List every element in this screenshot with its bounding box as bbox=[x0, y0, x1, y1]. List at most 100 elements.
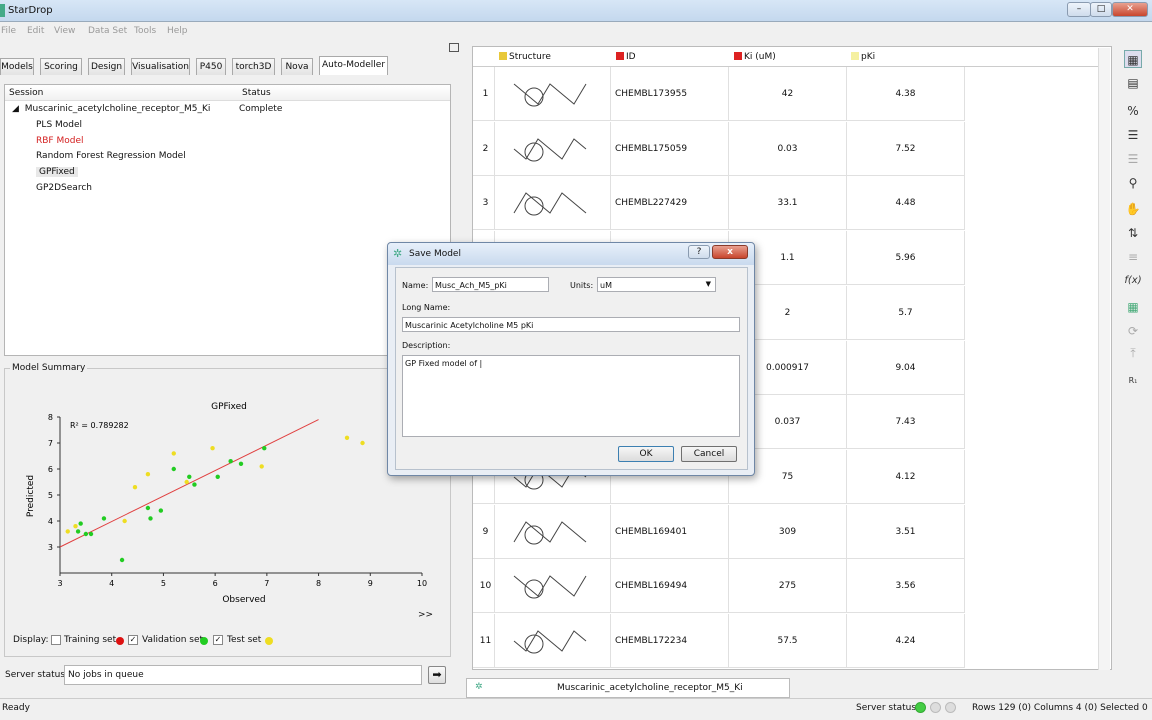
y-tick-label: 6 bbox=[48, 465, 53, 474]
table-row[interactable]: 10 CHEMBL169494 275 3.56 bbox=[473, 559, 965, 614]
header-ki[interactable]: Ki (uM) bbox=[734, 52, 776, 62]
structure-cell bbox=[495, 614, 611, 668]
pki-cell: 3.56 bbox=[847, 559, 965, 614]
validation-point bbox=[148, 516, 153, 521]
header-structure[interactable]: Structure bbox=[499, 52, 551, 62]
model-item-gp2dsearch[interactable]: GP2DSearch bbox=[36, 183, 92, 193]
session-column-header[interactable]: Session bbox=[9, 88, 43, 98]
session-header: Session Status bbox=[5, 85, 450, 101]
table-row[interactable]: 1 CHEMBL173955 42 4.38 bbox=[473, 67, 965, 121]
y-tick-label: 4 bbox=[48, 517, 53, 526]
table-row[interactable]: 3 CHEMBL227429 33.1 4.48 bbox=[473, 176, 965, 231]
training-set-checkbox[interactable] bbox=[51, 635, 61, 645]
menu-edit[interactable]: Edit bbox=[27, 26, 44, 36]
help-button[interactable]: ? bbox=[688, 245, 710, 259]
table-row[interactable]: 2 CHEMBL175059 0.03 7.52 bbox=[473, 121, 965, 176]
tab-auto-modeller[interactable]: Auto-Modeller bbox=[319, 56, 388, 75]
refresh-icon[interactable]: ⟳ bbox=[1124, 322, 1142, 340]
tab-nova[interactable]: Nova bbox=[281, 58, 313, 75]
long-name-input[interactable]: Muscarinic Acetylcholine M5 pKi bbox=[402, 317, 740, 332]
vertical-scrollbar[interactable] bbox=[1098, 48, 1110, 670]
header-id[interactable]: ID bbox=[616, 52, 636, 62]
filter-icon[interactable]: ≡ bbox=[1124, 248, 1142, 266]
test-point bbox=[73, 524, 78, 529]
test-set-checkbox[interactable]: ✓ bbox=[213, 635, 223, 645]
tab-torch3d[interactable]: torch3D bbox=[232, 58, 275, 75]
minimize-button[interactable]: – bbox=[1067, 2, 1091, 17]
menu-help[interactable]: Help bbox=[167, 26, 188, 36]
menu-tools[interactable]: Tools bbox=[134, 26, 156, 36]
grid-header: Structure ID Ki (uM) pKi bbox=[473, 47, 1103, 67]
status-ready: Ready bbox=[2, 703, 30, 713]
app-icon bbox=[0, 4, 5, 17]
menu-data-set[interactable]: Data Set bbox=[88, 26, 127, 36]
row-number: 1 bbox=[473, 67, 495, 121]
molecule-structure-icon bbox=[513, 630, 587, 654]
r-group-icon[interactable]: R₁ bbox=[1124, 372, 1142, 390]
table-view-icon[interactable]: ▦ bbox=[1124, 50, 1142, 68]
ki-cell: 0.03 bbox=[729, 121, 847, 176]
expand-icon[interactable]: ◢ bbox=[12, 104, 19, 114]
header-pki[interactable]: pKi bbox=[851, 52, 875, 62]
server-status-field: No jobs in queue bbox=[64, 665, 422, 685]
rows-icon[interactable]: ☰ bbox=[1124, 150, 1142, 168]
restore-pane-icon[interactable] bbox=[449, 43, 459, 52]
close-button[interactable]: ✕ bbox=[1112, 2, 1148, 17]
cancel-button[interactable]: Cancel bbox=[681, 446, 737, 462]
validation-set-label: Validation set bbox=[142, 635, 204, 645]
grid-icon[interactable]: ▦ bbox=[1124, 298, 1142, 316]
document-tab[interactable]: ✲ Muscarinic_acetylcholine_receptor_M5_K… bbox=[466, 678, 790, 698]
y-tick-label: 3 bbox=[48, 543, 53, 552]
session-tree-row[interactable]: ◢ Muscarinic_acetylcholine_receptor_M5_K… bbox=[12, 104, 210, 114]
model-summary-label: Model Summary bbox=[10, 363, 88, 373]
more-button[interactable]: >> bbox=[418, 610, 433, 620]
sort-icon[interactable]: ⇅ bbox=[1124, 224, 1142, 242]
model-item-pls[interactable]: PLS Model bbox=[36, 120, 82, 130]
percent-icon[interactable]: % bbox=[1124, 102, 1142, 120]
hand-icon[interactable]: ✋ bbox=[1124, 200, 1142, 218]
tab-scoring[interactable]: Scoring bbox=[40, 58, 82, 75]
status-column-header[interactable]: Status bbox=[242, 88, 271, 98]
ok-button[interactable]: OK bbox=[618, 446, 674, 462]
maximize-button[interactable]: □ bbox=[1090, 2, 1112, 17]
fit-line bbox=[59, 419, 319, 548]
validation-point bbox=[158, 508, 164, 513]
model-item-random-forest[interactable]: Random Forest Regression Model bbox=[36, 151, 186, 161]
submit-arrow-icon[interactable]: ➡ bbox=[428, 666, 446, 684]
ki-cell: 33.1 bbox=[729, 176, 847, 231]
model-item-rbf[interactable]: RBF Model bbox=[36, 136, 84, 146]
description-textarea[interactable]: GP Fixed model of | bbox=[402, 355, 740, 437]
test-point bbox=[171, 451, 176, 456]
id-cell: CHEMBL173955 bbox=[611, 67, 729, 121]
menu-view[interactable]: View bbox=[54, 26, 75, 36]
zoom-icon[interactable]: ⚲ bbox=[1124, 174, 1142, 192]
description-label: Description: bbox=[402, 341, 451, 350]
units-select[interactable]: uM ▼ bbox=[597, 277, 716, 292]
ki-cell: 57.5 bbox=[729, 614, 847, 668]
menu-file[interactable]: File bbox=[1, 26, 16, 36]
validation-point bbox=[101, 516, 107, 521]
table-row[interactable]: 9 CHEMBL169401 309 3.51 bbox=[473, 504, 965, 559]
function-icon[interactable]: f(x) bbox=[1124, 272, 1142, 290]
row-number: 2 bbox=[473, 121, 495, 176]
tab-p450[interactable]: P450 bbox=[196, 58, 226, 75]
display-label: Display: bbox=[13, 635, 49, 645]
tab-visualisation[interactable]: Visualisation bbox=[131, 58, 190, 75]
tab-design[interactable]: Design bbox=[88, 58, 125, 75]
validation-point bbox=[215, 474, 220, 479]
tree-icon[interactable]: ⤒ bbox=[1124, 344, 1142, 362]
validation-point bbox=[83, 531, 89, 537]
validation-point bbox=[238, 461, 244, 466]
name-input[interactable]: Musc_Ach_M5_pKi bbox=[432, 277, 549, 292]
table-row[interactable]: 11 CHEMBL172234 57.5 4.24 bbox=[473, 614, 965, 668]
validation-point bbox=[187, 474, 192, 479]
dialog-close-button[interactable]: x bbox=[712, 245, 748, 259]
tab-models[interactable]: Models bbox=[0, 58, 34, 75]
plot-view-icon[interactable]: ▤ bbox=[1124, 74, 1142, 92]
validation-set-checkbox[interactable]: ✓ bbox=[128, 635, 138, 645]
columns-icon[interactable]: ☰ bbox=[1124, 126, 1142, 144]
x-tick-label: 8 bbox=[316, 579, 321, 588]
training-dot bbox=[116, 637, 124, 645]
status-server-label: Server status: bbox=[856, 703, 920, 713]
model-item-gpfixed[interactable]: GPFixed bbox=[36, 167, 78, 177]
